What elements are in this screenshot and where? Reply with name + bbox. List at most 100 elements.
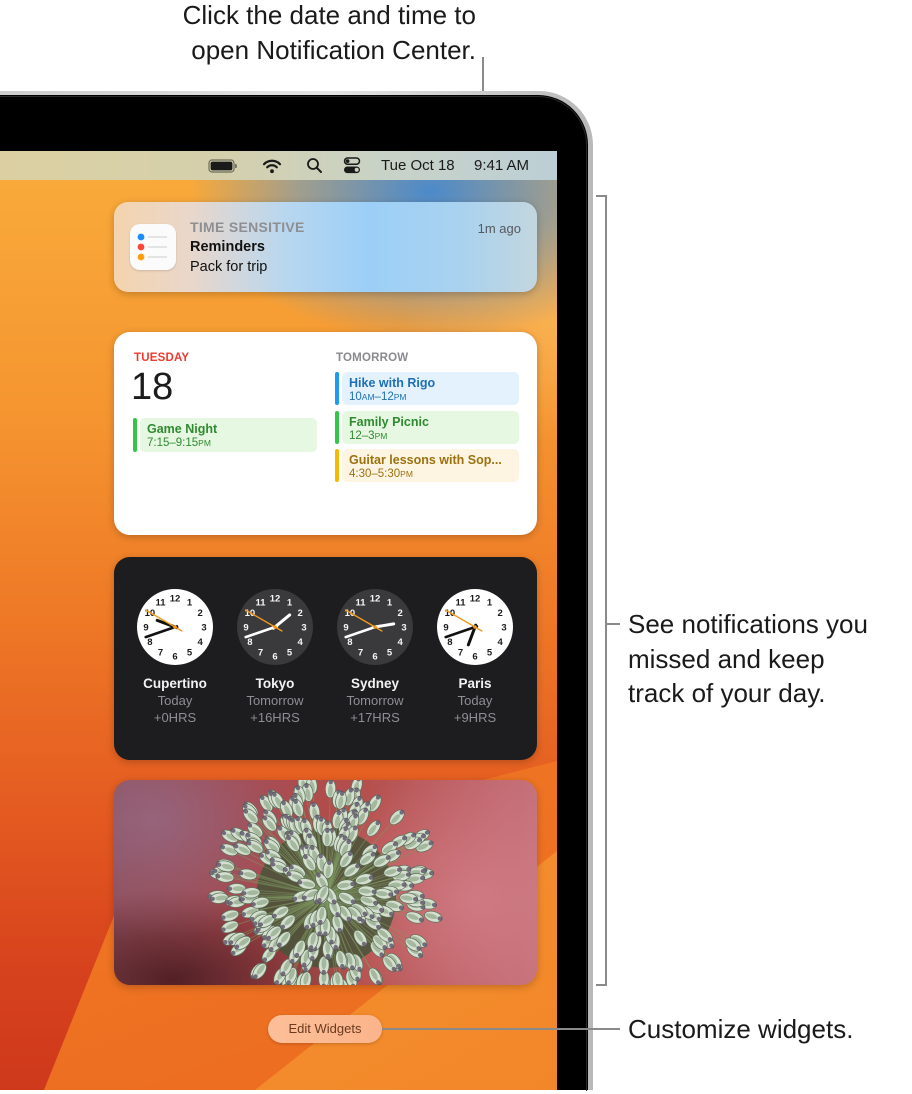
clock-numeral: 9	[143, 623, 148, 634]
control-center-icon[interactable]	[343, 157, 361, 174]
flower-head	[207, 780, 443, 985]
clock-day: Tomorrow	[346, 693, 404, 708]
clock-numeral: 3	[201, 623, 206, 634]
clock-sydney: 1 2 3 4 5 6 7 8 9 10 11 12 Sydney Tomorrow +17HRS	[325, 557, 425, 760]
clock-numeral: 7	[458, 648, 463, 659]
clock-numeral: 4	[497, 637, 503, 648]
clock-numeral: 8	[247, 637, 252, 648]
clock-face: 1234567891011 12	[137, 589, 213, 665]
clock-offset: +17HRS	[350, 710, 400, 725]
clock-numeral: 9	[243, 623, 248, 634]
menu-bar-date[interactable]: Tue Oct 18	[381, 156, 455, 175]
event-time: 7:15–9:15PM	[147, 437, 211, 449]
callout-notification-center: Click the date and time to open Notifica…	[183, 0, 476, 68]
clock-numeral: 2	[397, 608, 402, 619]
reminder-dot-blue	[137, 233, 145, 241]
clock-numeral: 7	[258, 648, 263, 659]
flower-bud	[389, 809, 405, 826]
clock-numeral: 1	[287, 597, 293, 608]
notification-category: TIME SENSITIVE	[190, 219, 305, 235]
clock-numeral: 4	[197, 637, 203, 648]
event-title: Hike with Rigo	[349, 376, 436, 390]
flower-bud	[332, 971, 344, 985]
callout-leader-edit	[382, 1028, 620, 1030]
clock-numeral: 11	[255, 597, 266, 608]
clock-numeral: 5	[487, 648, 493, 659]
search-icon[interactable]	[305, 157, 323, 174]
flower-bud	[424, 910, 443, 923]
wifi-icon[interactable]	[262, 157, 282, 174]
battery-icon[interactable]	[208, 157, 238, 174]
clock-face: 1234567891011 12	[437, 589, 513, 665]
clock-numeral: 3	[401, 623, 406, 634]
clock-numeral: 2	[297, 608, 302, 619]
clock-numeral: 12	[470, 594, 481, 605]
clock-numeral: 5	[387, 648, 393, 659]
clock-numeral: 7	[158, 648, 163, 659]
menu-bar-time[interactable]: 9:41 AM	[474, 156, 529, 175]
clock-face: 1234567891011 12	[237, 589, 313, 665]
event-title: Guitar lessons with Sop...	[349, 453, 502, 467]
reminder-dot-orange	[137, 253, 145, 261]
callout-customize: Customize widgets.	[628, 1014, 854, 1044]
clock-numeral: 7	[358, 648, 363, 659]
callout-line-1: Click the date and time to	[182, 0, 476, 30]
notification-app-name: Reminders	[190, 239, 265, 255]
clock-day: Today	[457, 693, 493, 708]
photos-widget[interactable]	[114, 780, 537, 985]
clock-numeral: 5	[287, 648, 293, 659]
calendar-event[interactable]: Guitar lessons with Sop... 4:30–5:30PM	[335, 449, 519, 482]
calendar-event[interactable]: Game Night 7:15–9:15PM	[133, 418, 317, 452]
clock-city: Sydney	[350, 676, 400, 691]
clock-numeral: 6	[472, 652, 477, 663]
event-time: 10AM–12PM	[349, 391, 407, 403]
bracket-top	[596, 195, 607, 197]
clock-numeral: 3	[501, 623, 506, 634]
clock-cupertino: 1 2 3 4 5 6 7 8 9 10 11 12 Cupertino Today +0HRS	[125, 557, 225, 760]
clock-offset: +9HRS	[453, 710, 497, 725]
edit-widgets-button[interactable]: Edit Widgets	[268, 1015, 382, 1043]
clock-center	[273, 625, 277, 629]
event-time: 12–3PM	[349, 430, 388, 442]
calendar-event[interactable]: Hike with Rigo 10AM–12PM	[335, 372, 519, 405]
clock-city: Tokyo	[255, 676, 295, 691]
clock-numeral: 5	[187, 648, 193, 659]
callout-line-2: missed and keep	[628, 643, 825, 674]
event-time: 4:30–5:30PM	[349, 468, 413, 480]
clock-day: Today	[157, 693, 193, 708]
event-color-bar	[335, 411, 339, 444]
clock-numeral: 1	[487, 597, 493, 608]
clock-numeral: 12	[270, 594, 281, 605]
reminders-icon	[130, 224, 176, 270]
calendar-event[interactable]: Family Picnic 12–3PM	[335, 411, 519, 444]
clock-tokyo: 1 2 3 4 5 6 7 8 9 10 11 12 Tokyo Tomorrow +16HRS	[225, 557, 325, 760]
clock-numeral: 1	[187, 597, 193, 608]
clock-numeral: 1	[387, 597, 393, 608]
clock-numeral: 12	[170, 594, 181, 605]
callout-notifications: See notifications you missed and keep tr…	[628, 607, 868, 711]
clock-numeral: 11	[155, 597, 166, 608]
world-clock-widget[interactable]: 1 2 3 4 5 6 7 8 9 10 11 12 Cupertino Today +0HRS 12…	[114, 557, 537, 760]
clock-numeral: 8	[447, 637, 452, 648]
bracket-bottom	[596, 984, 607, 986]
page: Click the date and time to open Notifica…	[0, 0, 912, 1094]
clock-numeral: 9	[443, 623, 448, 634]
clock-city: Paris	[458, 676, 492, 691]
clock-numeral: 11	[355, 597, 366, 608]
clock-numeral: 4	[397, 637, 403, 648]
event-color-bar	[335, 449, 339, 482]
clock-numeral: 12	[370, 594, 381, 605]
clock-day: Tomorrow	[246, 693, 304, 708]
clock-numeral: 2	[197, 608, 202, 619]
bracket-vertical	[605, 195, 607, 986]
calendar-widget[interactable]: TUESDAY 18 Game Night 7:15–9:15PM TOMORR…	[114, 332, 537, 535]
notification-card[interactable]: TIME SENSITIVE Reminders Pack for trip 1…	[114, 202, 537, 292]
clock-center	[173, 625, 177, 629]
desktop-screen: Tue Oct 18 9:41 AM TIME SENSITIVE Remind…	[0, 151, 557, 1090]
callout-line-1: See notifications you	[628, 609, 868, 639]
clock-center	[473, 625, 477, 629]
event-color-bar	[133, 418, 137, 452]
clock-numeral: 9	[343, 623, 348, 634]
callout-line-2: open Notification Center.	[191, 35, 476, 65]
callout-line-3: track of your day.	[628, 678, 826, 708]
